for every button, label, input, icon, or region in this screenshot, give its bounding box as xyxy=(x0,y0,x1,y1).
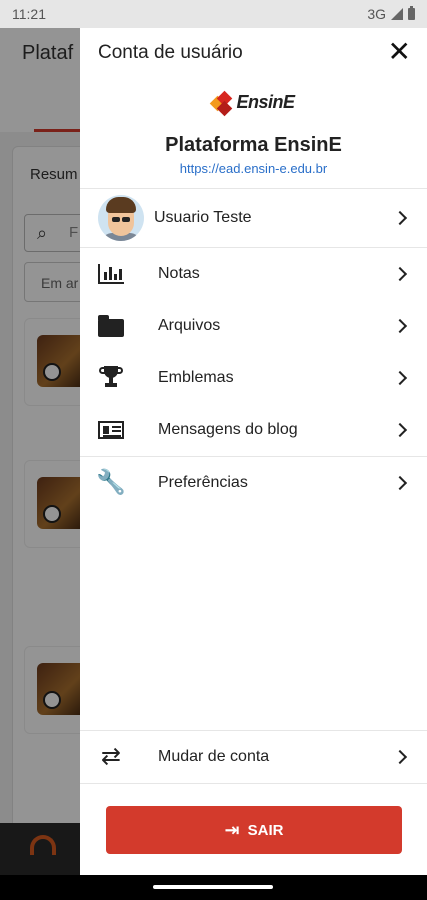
menu-item-arquivos[interactable]: Arquivos xyxy=(80,300,427,352)
logout-button[interactable]: ⇥ SAIR xyxy=(106,806,402,854)
menu-item-label: Preferências xyxy=(158,473,248,491)
menu-item-preferencias[interactable]: 🔧 Preferências xyxy=(80,457,427,509)
drawer-header: Conta de usuário ✕ xyxy=(80,28,427,78)
wrench-icon: 🔧 xyxy=(96,468,126,496)
site-logo: EnsinE xyxy=(210,90,295,116)
site-info: EnsinE Plataforma EnsinE https://ead.ens… xyxy=(80,78,427,176)
menu-item-notas[interactable]: Notas xyxy=(80,248,427,300)
status-bar: 11:21 3G xyxy=(0,0,427,28)
chevron-right-icon xyxy=(392,370,408,385)
account-drawer: Conta de usuário ✕ EnsinE Plataforma Ens… xyxy=(80,28,427,875)
menu-item-mensagens-blog[interactable]: Mensagens do blog xyxy=(80,404,427,456)
switch-account-item[interactable]: ⇄ Mudar de conta xyxy=(80,731,427,783)
swap-icon: ⇄ xyxy=(100,743,122,770)
menu-item-label: Emblemas xyxy=(158,368,234,386)
divider xyxy=(80,783,427,784)
system-nav-bar xyxy=(0,875,427,900)
avatar xyxy=(98,194,144,241)
logout-icon: ⇥ xyxy=(224,819,240,840)
folder-icon xyxy=(98,314,124,337)
network-type: 3G xyxy=(367,6,386,22)
site-url[interactable]: https://ead.ensin-e.edu.br xyxy=(80,161,427,176)
menu-item-label: Notas xyxy=(158,264,200,282)
drawer-title: Conta de usuário xyxy=(98,42,243,63)
ensine-logo-icon xyxy=(210,90,233,116)
signal-icon xyxy=(391,8,403,20)
home-gesture-handle[interactable] xyxy=(153,885,273,889)
site-name: Plataforma EnsinE xyxy=(165,133,342,156)
menu-item-label: Arquivos xyxy=(158,316,221,334)
chevron-right-icon xyxy=(392,318,408,333)
menu-item-label: Mensagens do blog xyxy=(158,420,298,438)
switch-account-label: Mudar de conta xyxy=(158,748,270,765)
battery-icon xyxy=(408,6,415,20)
chevron-right-icon xyxy=(392,749,408,765)
menu-item-emblemas[interactable]: Emblemas xyxy=(80,352,427,404)
logout-label: SAIR xyxy=(247,821,284,839)
close-icon[interactable]: ✕ xyxy=(388,38,411,66)
newspaper-icon xyxy=(98,420,124,439)
chevron-right-icon xyxy=(392,475,408,490)
chevron-right-icon xyxy=(392,210,408,225)
bar-chart-icon xyxy=(98,263,124,284)
status-time: 11:21 xyxy=(12,6,46,22)
user-name: Usuario Teste xyxy=(154,208,252,226)
chevron-right-icon xyxy=(392,422,408,437)
user-profile-item[interactable]: Usuario Teste xyxy=(80,189,427,247)
chevron-right-icon xyxy=(392,266,408,281)
trophy-icon xyxy=(99,365,123,390)
